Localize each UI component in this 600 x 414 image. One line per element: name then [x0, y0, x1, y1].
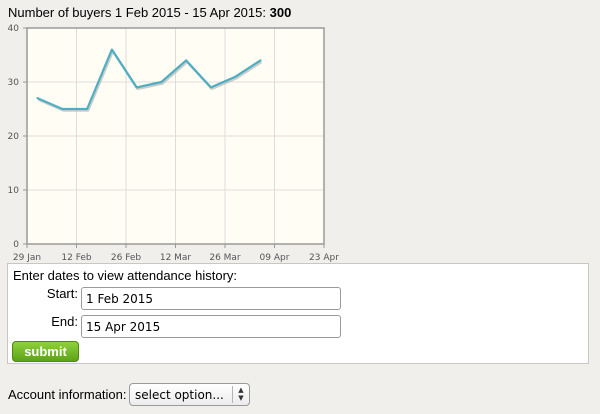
- y-tick-label: 0: [13, 240, 19, 250]
- x-tick-label: 29 Jan: [13, 253, 41, 263]
- end-label: End:: [51, 314, 78, 329]
- y-tick-label: 20: [8, 132, 20, 142]
- x-tick-label: 26 Mar: [209, 253, 241, 263]
- y-tick-label: 10: [8, 186, 20, 196]
- x-tick-label: 12 Mar: [160, 253, 192, 263]
- form-title: Enter dates to view attendance history:: [13, 268, 238, 283]
- buyers-headline: Number of buyers 1 Feb 2015 - 15 Apr 201…: [8, 5, 291, 21]
- account-select-value: select option...: [135, 388, 224, 402]
- date-range-form: Enter dates to view attendance history: …: [7, 263, 589, 364]
- x-tick-label: 09 Apr: [260, 253, 290, 263]
- y-tick-label: 40: [8, 24, 20, 34]
- end-date-input[interactable]: [81, 315, 341, 338]
- y-tick-label: 30: [8, 78, 20, 88]
- x-tick-label: 12 Feb: [61, 253, 92, 263]
- submit-button[interactable]: submit: [12, 341, 79, 362]
- buyers-count: 300: [269, 5, 292, 20]
- account-info-select[interactable]: select option... ▲ ▼: [129, 383, 250, 406]
- start-date-input[interactable]: [81, 287, 341, 310]
- buyers-line-chart: 29 Jan 12 Feb 26 Feb 12 Mar 26 Mar 09 Apr 23 A…: [8, 24, 340, 263]
- buyers-headline-text: Number of buyers 1 Feb 2015 - 15 Apr 201…: [8, 5, 266, 20]
- x-tick-label: 23 Apr: [309, 253, 339, 263]
- updown-chevron-icon: ▲ ▼: [232, 386, 249, 403]
- account-info-label: Account information:: [8, 387, 127, 402]
- x-tick-label: 26 Feb: [111, 253, 142, 263]
- start-label: Start:: [46, 286, 78, 301]
